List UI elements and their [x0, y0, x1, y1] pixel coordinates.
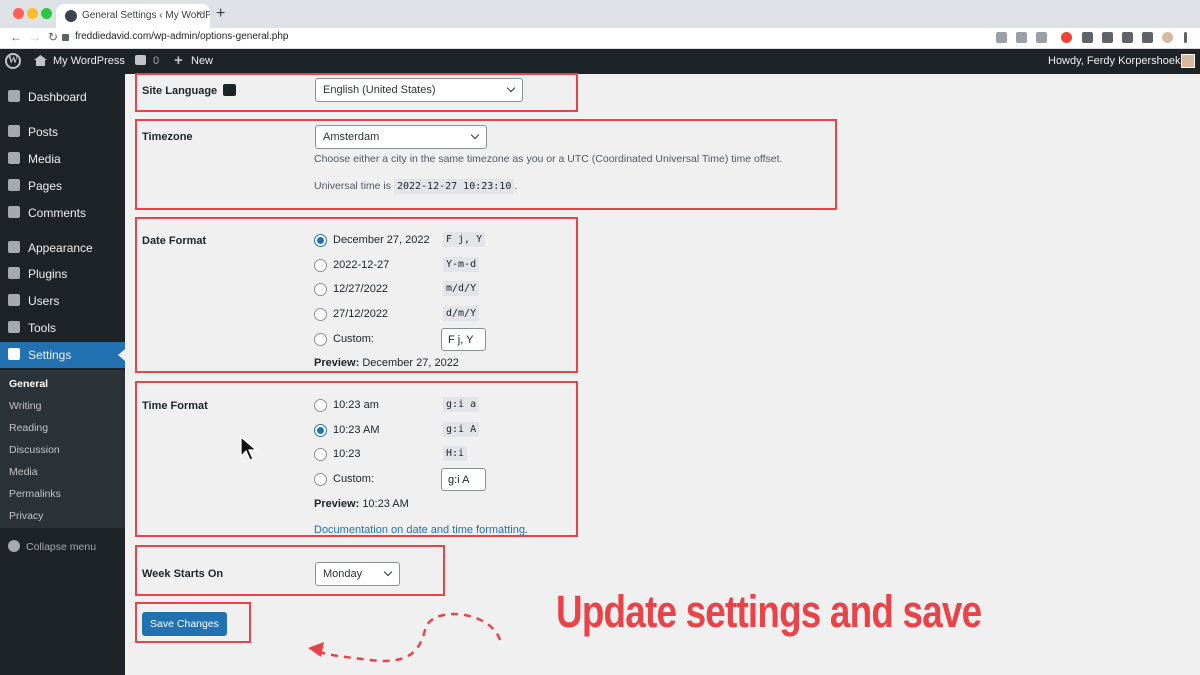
settings-submenu: General Writing Reading Discussion Media… [0, 370, 125, 528]
highlight-box-week-starts [135, 545, 445, 596]
profile-avatar-icon[interactable] [1162, 32, 1173, 43]
back-icon[interactable]: ← [10, 30, 22, 44]
sidebar-item-appearance[interactable]: Appearance [0, 235, 125, 261]
active-menu-arrow-icon [118, 349, 125, 361]
extension-color-icon[interactable] [1061, 32, 1072, 43]
maximize-window-icon[interactable] [41, 8, 52, 19]
wp-admin-bar: W My WordPress 0 + New Howdy, Ferdy Korp… [0, 49, 1200, 74]
url-field[interactable]: freddiedavid.com/wp-admin/options-genera… [75, 31, 288, 42]
site-name-link[interactable]: My WordPress [53, 55, 125, 67]
tab-title: General Settings ‹ My WordPress [82, 10, 210, 21]
mouse-cursor-icon [240, 436, 258, 461]
collapse-icon [8, 540, 20, 552]
sidebar-item-dashboard[interactable]: Dashboard [0, 84, 125, 110]
plug-icon [8, 267, 20, 279]
submenu-item-general[interactable]: General [9, 378, 48, 390]
user-icon [8, 294, 20, 306]
plus-icon[interactable]: + [174, 52, 183, 69]
sidebar-item-label: Pages [28, 179, 63, 193]
lock-icon[interactable] [62, 34, 69, 41]
new-tab-button[interactable]: + [216, 5, 225, 23]
sidebar-item-label: Dashboard [28, 90, 87, 104]
forward-icon[interactable]: → [29, 30, 41, 44]
settings-icon [8, 348, 20, 360]
highlight-box-time-format [135, 381, 578, 537]
brush-icon [8, 241, 20, 253]
more-menu-icon[interactable] [1184, 32, 1187, 43]
sidebar-item-pages[interactable]: Pages [0, 173, 125, 199]
sidebar-item-users[interactable]: Users [0, 288, 125, 314]
highlight-box-site-language [135, 73, 578, 112]
wrench-icon [8, 321, 20, 333]
sidebar-item-tools[interactable]: Tools [0, 315, 125, 341]
admin-sidebar: Dashboard Posts Media Pages Comments App… [0, 74, 125, 675]
highlight-box-timezone [135, 119, 837, 210]
submenu-item-writing[interactable]: Writing [9, 400, 41, 412]
key-icon[interactable] [996, 32, 1007, 43]
reload-icon[interactable]: ↻ [48, 30, 58, 44]
annotation-text: Update settings and save [556, 586, 982, 637]
collapse-label: Collapse menu [26, 541, 97, 553]
submenu-item-permalinks[interactable]: Permalinks [9, 488, 61, 500]
sidepanel-icon[interactable] [1142, 32, 1153, 43]
sidebar-item-label: Users [28, 294, 60, 308]
new-content-link[interactable]: New [191, 55, 213, 67]
extension-icon[interactable] [1102, 32, 1113, 43]
sidebar-item-label: Media [28, 152, 61, 166]
browser-tabbar: General Settings ‹ My WordPress × + [0, 0, 1200, 28]
tab-close-icon[interactable]: × [196, 8, 202, 20]
dashboard-icon [8, 90, 20, 102]
avatar[interactable] [1181, 54, 1195, 68]
sidebar-item-comments[interactable]: Comments [0, 200, 125, 226]
sidebar-item-label: Appearance [28, 241, 93, 255]
bookmark-star-icon[interactable] [1036, 32, 1047, 43]
minimize-window-icon[interactable] [27, 8, 38, 19]
sidebar-item-label: Settings [28, 348, 72, 362]
address-bar: ← → ↻ freddiedavid.com/wp-admin/options-… [0, 28, 1200, 49]
submenu-item-discussion[interactable]: Discussion [9, 444, 60, 456]
close-window-icon[interactable] [13, 8, 24, 19]
sidebar-item-label: Comments [28, 206, 87, 220]
collapse-menu-button[interactable]: Collapse menu [8, 540, 96, 553]
sidebar-item-label: Plugins [28, 267, 68, 281]
highlight-box-date-format [135, 217, 578, 373]
dashed-arrow-icon [308, 612, 502, 663]
sidebar-item-settings[interactable]: Settings [0, 342, 125, 368]
submenu-item-reading[interactable]: Reading [9, 422, 48, 434]
sidebar-item-label: Posts [28, 125, 59, 139]
sidebar-item-posts[interactable]: Posts [0, 119, 125, 145]
comment-bubble-icon[interactable] [135, 55, 146, 65]
camera-icon[interactable] [1082, 32, 1093, 43]
browser-tab[interactable]: General Settings ‹ My WordPress × [56, 4, 210, 28]
howdy-user-link[interactable]: Howdy, Ferdy Korpershoek [1048, 55, 1180, 67]
wordpress-favicon-icon [65, 10, 77, 22]
comment-icon [8, 206, 20, 218]
pin-icon [8, 125, 20, 137]
sidebar-item-label: Tools [28, 321, 57, 335]
media-icon [8, 152, 20, 164]
sidebar-item-media[interactable]: Media [0, 146, 125, 172]
puzzle-icon[interactable] [1122, 32, 1133, 43]
comments-count[interactable]: 0 [153, 55, 159, 67]
highlight-box-save [135, 602, 251, 643]
share-icon[interactable] [1016, 32, 1027, 43]
submenu-item-media[interactable]: Media [9, 466, 38, 478]
pages-icon [8, 179, 20, 191]
wordpress-logo-icon[interactable]: W [5, 53, 21, 69]
submenu-item-privacy[interactable]: Privacy [9, 510, 43, 522]
sidebar-item-plugins[interactable]: Plugins [0, 261, 125, 287]
home-icon[interactable] [34, 55, 47, 66]
